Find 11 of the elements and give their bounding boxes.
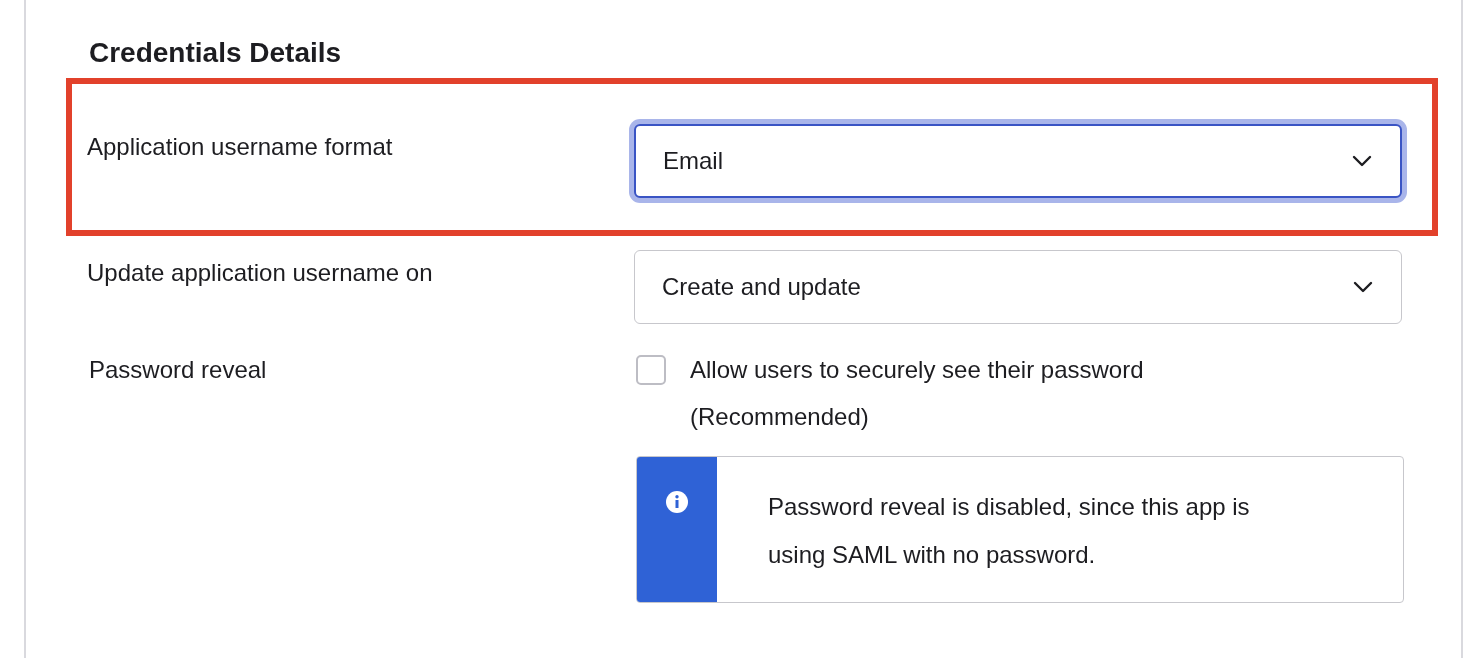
field-label: Application username format <box>87 133 394 161</box>
field-label: Update application username on <box>87 259 434 287</box>
checkbox[interactable] <box>636 355 666 385</box>
field-label: Password reveal <box>89 356 268 384</box>
checkbox-label: Allow users to securely see their password (Recommended) <box>690 355 1145 432</box>
chevron-down-icon <box>1351 154 1373 168</box>
info-icon <box>665 490 689 514</box>
notice-text: Password reveal is disabled, since this app is using SAML with no password. <box>767 492 1251 570</box>
select-field[interactable]: Create and update <box>634 250 1402 324</box>
section-title: Credentials Details <box>89 36 343 70</box>
chevron-down-icon <box>1352 280 1374 294</box>
